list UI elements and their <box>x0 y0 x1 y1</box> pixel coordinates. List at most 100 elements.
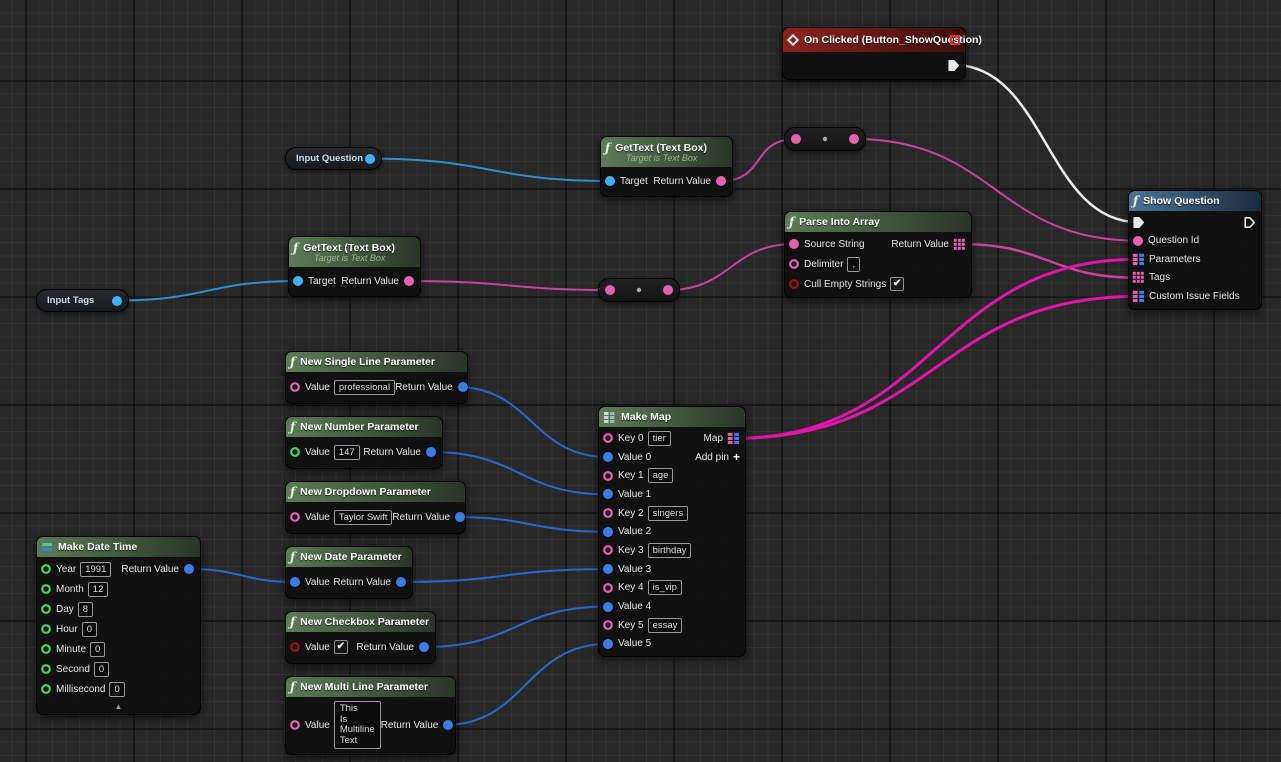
text-input[interactable]: 1991 <box>80 562 111 577</box>
value-pin[interactable] <box>289 511 301 523</box>
in-pin[interactable] <box>790 133 802 145</box>
key-4-pin[interactable] <box>602 582 614 594</box>
out-pin[interactable] <box>364 153 376 165</box>
key-5-pin[interactable] <box>602 619 614 631</box>
node-on-clicked[interactable]: On Clicked (Button_ShowQuestion) <box>782 27 966 80</box>
value-5-pin[interactable] <box>602 638 614 650</box>
add-pin-button[interactable]: + <box>733 451 740 463</box>
year-pin[interactable] <box>40 563 52 575</box>
target-pin[interactable] <box>292 275 304 287</box>
text-input[interactable]: , <box>847 257 860 272</box>
delegate-pin[interactable] <box>949 34 961 46</box>
hour-pin[interactable] <box>40 623 52 635</box>
return-value-pin[interactable] <box>395 576 407 588</box>
exec-out-pin[interactable] <box>1243 216 1256 229</box>
key-1-pin[interactable] <box>602 470 614 482</box>
value-2-pin[interactable] <box>602 526 614 538</box>
return-value-pin[interactable] <box>418 641 430 653</box>
variable-label: Input Question <box>296 153 363 164</box>
node-reroute2[interactable] <box>598 278 680 302</box>
pin-label: Value 4 <box>618 601 651 612</box>
tags-pin[interactable] <box>1132 271 1145 284</box>
return-pin[interactable] <box>403 275 415 287</box>
node-new-multiline[interactable]: ƒNew Multi Line ParameterValueThis Is Mu… <box>285 676 456 755</box>
return-value-pin[interactable] <box>457 381 469 393</box>
delimiter-pin[interactable] <box>788 258 800 270</box>
node-new-number[interactable]: ƒNew Number ParameterValue147Return Valu… <box>285 416 443 469</box>
exec-out-pin[interactable] <box>947 59 960 72</box>
second-pin[interactable] <box>40 663 52 675</box>
value-pin[interactable] <box>289 576 301 588</box>
return-value-pin[interactable] <box>442 719 454 731</box>
node-make-datetime[interactable]: Make Date TimeYear1991Return ValueMonth1… <box>36 536 201 715</box>
day-pin[interactable] <box>40 603 52 615</box>
parameters-pin[interactable] <box>1132 253 1145 266</box>
text-input[interactable]: 147 <box>334 445 360 460</box>
return-value-pin[interactable] <box>425 446 437 458</box>
return-value-pin[interactable] <box>454 511 466 523</box>
node-parse-into-array[interactable]: ƒParse Into ArraySource StringReturn Val… <box>784 211 972 298</box>
text-input[interactable]: age <box>648 468 674 483</box>
text-input[interactable]: singers <box>648 506 689 521</box>
node-gettext2[interactable]: ƒGetText (Text Box)Target is Text BoxTar… <box>288 236 421 297</box>
value-pin[interactable] <box>289 641 301 653</box>
text-input[interactable]: 8 <box>78 602 93 617</box>
key-3-pin[interactable] <box>602 544 614 556</box>
text-input[interactable]: is_vip <box>648 580 682 595</box>
node-show-question[interactable]: ƒShow QuestionQuestion IdParametersTagsC… <box>1128 190 1262 310</box>
value-4-pin[interactable] <box>602 601 614 613</box>
source-string-pin[interactable] <box>788 238 800 250</box>
node-make-map[interactable]: Make MapKey 0tierMapValue 0Add pin+Key 1… <box>598 406 746 657</box>
key-0-pin[interactable] <box>602 432 614 444</box>
node-input-question[interactable]: Input Question <box>285 147 382 170</box>
text-input[interactable]: Taylor Swift <box>334 510 393 525</box>
value-pin[interactable] <box>289 381 301 393</box>
exec-in-pin[interactable] <box>1132 216 1145 229</box>
millisecond-pin[interactable] <box>40 683 52 695</box>
return-value-pin[interactable] <box>953 238 966 251</box>
out-pin[interactable] <box>111 295 123 307</box>
node-new-single-line[interactable]: ƒNew Single Line ParameterValueprofessio… <box>285 351 468 404</box>
node-input-tags[interactable]: Input Tags <box>36 289 129 312</box>
in-pin[interactable] <box>604 284 616 296</box>
node-new-checkbox[interactable]: ƒNew Checkbox ParameterValue✔Return Valu… <box>285 611 436 664</box>
text-input[interactable]: essay <box>648 618 683 633</box>
value-pin[interactable] <box>289 446 301 458</box>
checkbox-input[interactable]: ✔ <box>890 277 904 291</box>
function-icon: ƒ <box>290 421 295 433</box>
node-gettext1[interactable]: ƒGetText (Text Box)Target is Text BoxTar… <box>600 136 733 197</box>
key-2-pin[interactable] <box>602 507 614 519</box>
value-0-pin[interactable] <box>602 451 614 463</box>
checkbox-input[interactable]: ✔ <box>334 640 348 654</box>
multiline-text-input[interactable]: This Is Multiline Text <box>334 701 381 749</box>
value-3-pin[interactable] <box>602 563 614 575</box>
text-input[interactable]: 0 <box>90 642 105 657</box>
node-new-date[interactable]: ƒNew Date ParameterValueReturn Value <box>285 546 413 599</box>
node-title: Show Question <box>1143 195 1219 207</box>
node-new-dropdown[interactable]: ƒNew Dropdown ParameterValueTaylor Swift… <box>285 481 466 534</box>
text-input[interactable]: tier <box>648 431 671 446</box>
text-input[interactable]: professional <box>334 380 395 395</box>
map-pin[interactable] <box>727 432 740 445</box>
minute-pin[interactable] <box>40 643 52 655</box>
out-pin[interactable] <box>848 133 860 145</box>
value-1-pin[interactable] <box>602 488 614 500</box>
value-pin[interactable] <box>289 719 301 731</box>
text-input[interactable]: 0 <box>109 682 124 697</box>
month-pin[interactable] <box>40 583 52 595</box>
return-pin[interactable] <box>715 175 727 187</box>
text-input[interactable]: birthday <box>648 543 692 558</box>
return-value-pin[interactable] <box>183 563 195 575</box>
pin-label: Parameters <box>1149 254 1201 265</box>
custom-issue-fields-pin[interactable] <box>1132 290 1145 303</box>
text-input[interactable]: 12 <box>88 582 109 597</box>
target-pin[interactable] <box>604 175 616 187</box>
question-id-pin[interactable] <box>1132 235 1144 247</box>
out-pin[interactable] <box>662 284 674 296</box>
cull-empty-strings-pin[interactable] <box>788 278 800 290</box>
text-input[interactable]: 0 <box>94 662 109 677</box>
node-reroute1[interactable] <box>784 127 866 151</box>
text-input[interactable]: 0 <box>82 622 97 637</box>
blueprint-graph-canvas[interactable]: On Clicked (Button_ShowQuestion) Input Qu… <box>0 0 1281 762</box>
collapse-node-button[interactable]: ▲ <box>37 702 200 714</box>
